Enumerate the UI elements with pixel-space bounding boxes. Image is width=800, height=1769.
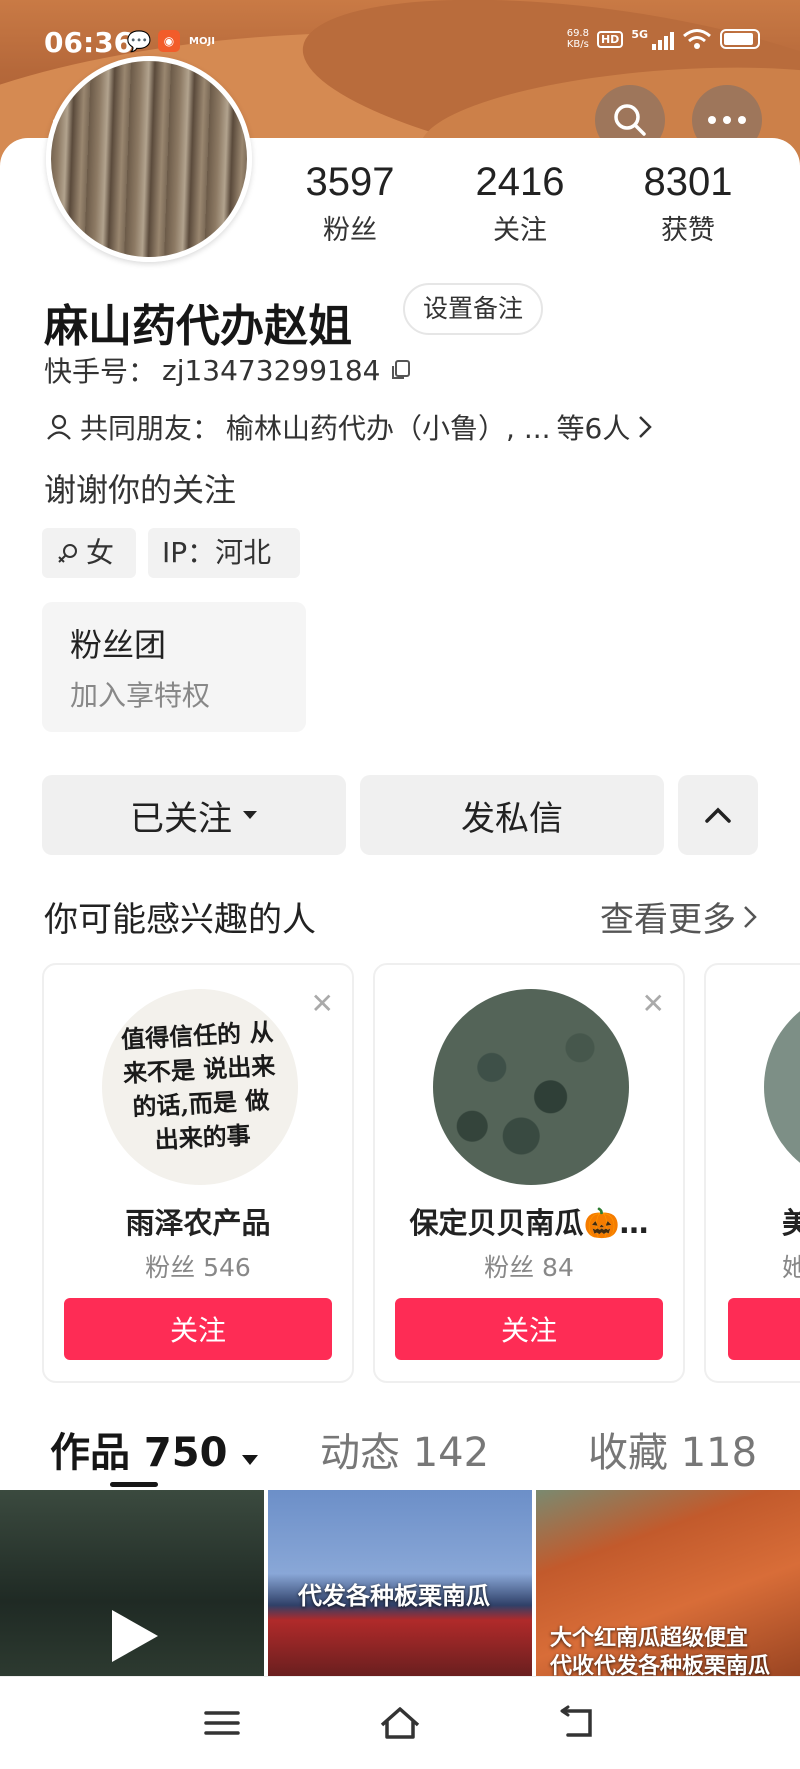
recommend-name: 保定贝贝南瓜🎃…	[409, 1206, 649, 1240]
avatar-calligraphy: 值得信任的 从来不是 说出来的话,而是 做出来的事	[120, 1017, 276, 1155]
wifi-icon	[683, 29, 711, 49]
mutual-count: 等6人	[556, 412, 631, 445]
kuaishou-id[interactable]: 快手号： zj13473299184	[44, 350, 412, 390]
follow-button[interactable]: 关注	[395, 1298, 663, 1360]
follow-button[interactable]	[728, 1298, 800, 1360]
status-time: 06:36	[44, 26, 134, 59]
battery-icon	[720, 29, 760, 49]
system-nav-bar	[0, 1676, 800, 1769]
menu-icon[interactable]	[200, 1703, 244, 1743]
video-thumbnail[interactable]	[0, 1490, 264, 1676]
more-icon	[708, 116, 746, 124]
home-icon[interactable]	[378, 1703, 422, 1743]
profile-name: 麻山药代办赵姐	[44, 301, 352, 352]
recommend-name: 美	[706, 1200, 800, 1242]
back-nav-icon[interactable]	[556, 1703, 600, 1743]
person-icon	[47, 414, 71, 440]
search-icon	[614, 104, 646, 136]
recommend-avatar: 值得信任的 从来不是 说出来的话,而是 做出来的事	[102, 989, 298, 1185]
chevron-up-icon	[705, 807, 731, 823]
message-button[interactable]: 发私信	[360, 775, 664, 855]
copy-icon[interactable]	[390, 359, 412, 381]
kuaishou-id-value: zj13473299184	[162, 353, 381, 387]
recommend-card[interactable]: 美 她	[704, 963, 800, 1383]
profile-avatar[interactable]	[46, 56, 252, 262]
tab-favorites[interactable]: 收藏 118	[588, 1420, 757, 1478]
mutual-friends[interactable]: 共同朋友： 榆林山药代办（小鲁）, ... 等6人	[44, 407, 764, 447]
recommend-fans: 粉丝 546	[145, 1253, 251, 1282]
recommend-card[interactable]: ✕ 值得信任的 从来不是 说出来的话,而是 做出来的事 雨泽农产品 粉丝 546…	[42, 963, 354, 1383]
mutual-names: 榆林山药代办（小鲁）, ...	[226, 412, 551, 445]
set-remark-button[interactable]: 设置备注	[403, 283, 544, 335]
moji-icon: MOJI	[189, 35, 215, 47]
stat-fans[interactable]: 3597 粉丝	[270, 160, 430, 247]
mutual-label: 共同朋友：	[80, 412, 221, 445]
stat-likes[interactable]: 8301 获赞	[608, 160, 768, 247]
tab-works[interactable]: 作品 750	[50, 1420, 259, 1478]
video-thumbnail[interactable]: 代发各种板栗南瓜	[268, 1490, 532, 1676]
female-icon	[58, 544, 77, 563]
recommend-heading: 你可能感兴趣的人	[44, 900, 316, 940]
chevron-right-icon	[639, 416, 653, 438]
ip-tag: IP：河北	[148, 528, 300, 578]
close-icon[interactable]: ✕	[311, 987, 334, 1020]
kuaishou-id-label: 快手号：	[44, 355, 157, 388]
caret-down-icon	[243, 811, 257, 819]
thumbnail-caption: 代收代发各种板栗南瓜	[550, 1654, 771, 1676]
see-more-link[interactable]: 查看更多	[600, 892, 758, 941]
followed-button[interactable]: 已关注	[42, 775, 346, 855]
recommend-avatar	[433, 989, 629, 1185]
recommend-avatar	[764, 989, 800, 1185]
chevron-right-icon	[744, 905, 757, 928]
close-icon[interactable]: ✕	[642, 987, 665, 1020]
tab-indicator	[110, 1482, 158, 1487]
stat-following[interactable]: 2416 关注	[440, 160, 600, 247]
wechat-icon: 💬	[126, 29, 152, 53]
hd-icon: HD	[596, 30, 624, 48]
fanclub-card[interactable]: 粉丝团 加入享特权	[42, 602, 306, 732]
play-icon	[112, 1610, 158, 1662]
follow-button[interactable]: 关注	[64, 1298, 332, 1360]
recommend-fans: 粉丝 84	[484, 1253, 574, 1282]
caret-down-icon	[242, 1455, 259, 1465]
tab-moments[interactable]: 动态 142	[320, 1420, 489, 1478]
video-thumbnail[interactable]: 大个红南瓜超级便宜 代收代发各种板栗南瓜	[536, 1490, 800, 1676]
5g-icon: 5G	[631, 28, 648, 41]
net-speed: 69.8 KB/s	[566, 28, 589, 50]
thumbnail-caption: 代发各种板栗南瓜	[298, 1582, 490, 1610]
kuaishou-notify-icon: ◉	[158, 30, 180, 52]
signal-icon	[652, 28, 674, 50]
collapse-recommend-button[interactable]	[678, 775, 758, 855]
gender-tag: 女	[42, 528, 136, 578]
recommend-card[interactable]: ✕ 保定贝贝南瓜🎃… 粉丝 84 关注	[373, 963, 685, 1383]
profile-bio: 谢谢你的关注	[44, 471, 237, 509]
fanclub-title: 粉丝团	[70, 626, 167, 664]
recommend-name: 雨泽农产品	[125, 1206, 271, 1240]
recommend-fans: 她	[706, 1248, 800, 1284]
fanclub-subtitle: 加入享特权	[70, 679, 211, 712]
